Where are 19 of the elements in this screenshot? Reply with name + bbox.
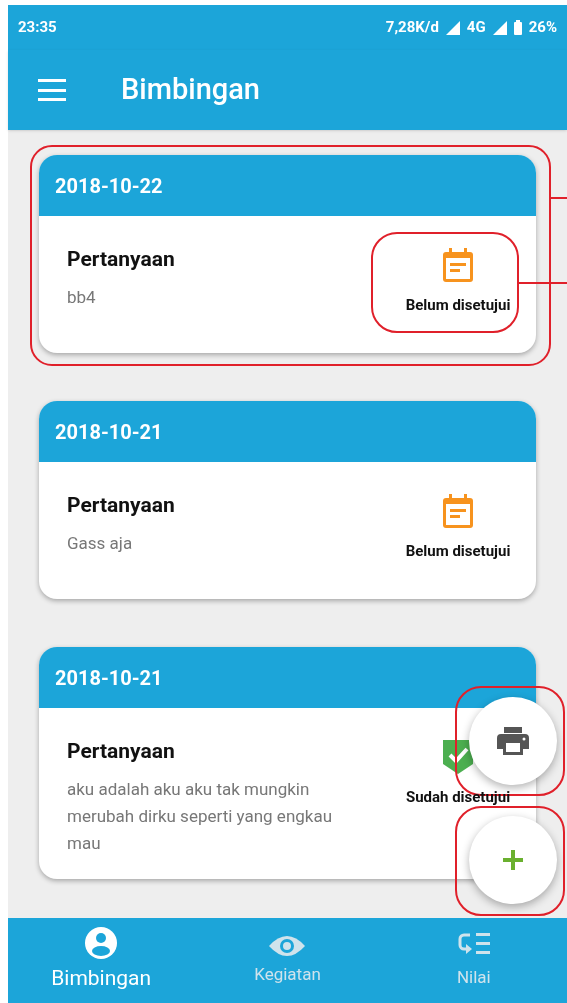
nav-tab[interactable]: Nilai	[380, 918, 567, 1003]
card-date: 2018-10-22	[55, 172, 163, 200]
nav-tab[interactable]: Bimbingan	[8, 918, 195, 1003]
card-title: Pertanyaan	[67, 492, 176, 519]
card-text: Gass aja	[67, 531, 134, 555]
battery-level: 26%	[528, 17, 557, 39]
card-title: Pertanyaan	[67, 738, 176, 765]
card-text: bb4	[67, 285, 97, 309]
network-type: 4G	[466, 17, 486, 39]
status-label: Belum disetujui	[405, 295, 511, 316]
card-date: 2018-10-21	[55, 418, 163, 446]
nav-tab[interactable]: Kegiatan	[194, 918, 381, 1003]
card-date: 2018-10-21	[55, 664, 163, 692]
network-speed: 7,28K/d	[385, 17, 439, 39]
card-title: Pertanyaan	[67, 246, 176, 273]
card-text: aku adalah aku aku tak mungkin merubah dirku seperti yang engkau mau	[67, 777, 334, 855]
status-label: Belum disetujui	[405, 541, 511, 562]
status-time: 23:35	[18, 17, 57, 39]
screen-title: Bimbingan	[121, 71, 260, 109]
